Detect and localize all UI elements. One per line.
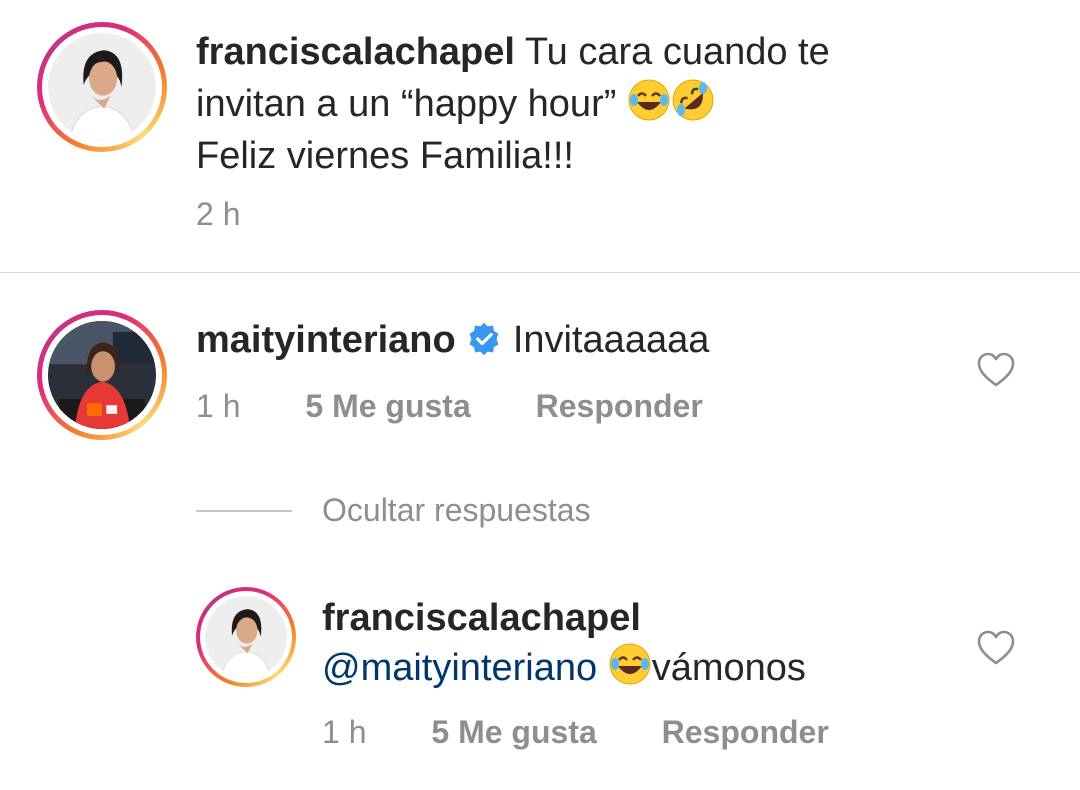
reply-button[interactable]: Responder	[536, 388, 703, 424]
verified-badge-icon	[466, 319, 502, 371]
avatar[interactable]	[37, 310, 167, 440]
reply-text: vámonos	[651, 647, 806, 689]
comment-username[interactable]: maityinteriano	[196, 319, 456, 361]
avatar[interactable]	[196, 587, 296, 687]
comment-text: Invitaaaaaa	[512, 319, 710, 361]
divider	[0, 272, 1080, 273]
profile-photo	[205, 596, 287, 678]
reply-likes[interactable]: 5 Me gusta	[431, 714, 596, 750]
caption-line-3: Feliz viernes Familia!!!	[196, 135, 574, 177]
replies-line	[196, 510, 292, 512]
face-with-tears-of-joy-icon	[627, 78, 671, 136]
reply-reply-button[interactable]: Responder	[662, 714, 829, 750]
caption-line-1: Tu cara cuando te	[524, 31, 830, 73]
comment-timestamp: 1 h	[196, 388, 241, 424]
profile-photo	[48, 33, 156, 141]
face-with-tears-of-joy-icon	[608, 642, 652, 700]
comment-likes[interactable]: 5 Me gusta	[305, 388, 470, 424]
hide-replies-label[interactable]: Ocultar respuestas	[322, 492, 591, 528]
avatar[interactable]	[37, 22, 167, 152]
post-username[interactable]: franciscalachapel	[196, 31, 515, 73]
caption-line-2: invitan a un “happy hour”	[196, 83, 617, 125]
heart-icon[interactable]	[976, 629, 1016, 672]
reply-timestamp: 1 h	[322, 714, 367, 750]
mention-link[interactable]: @maityinteriano	[322, 647, 597, 689]
heart-icon[interactable]	[976, 351, 1016, 394]
post-timestamp: 2 h	[196, 196, 241, 232]
rolling-on-floor-laughing-icon	[671, 78, 715, 136]
profile-photo	[48, 321, 156, 429]
reply-username[interactable]: franciscalachapel	[322, 597, 641, 639]
